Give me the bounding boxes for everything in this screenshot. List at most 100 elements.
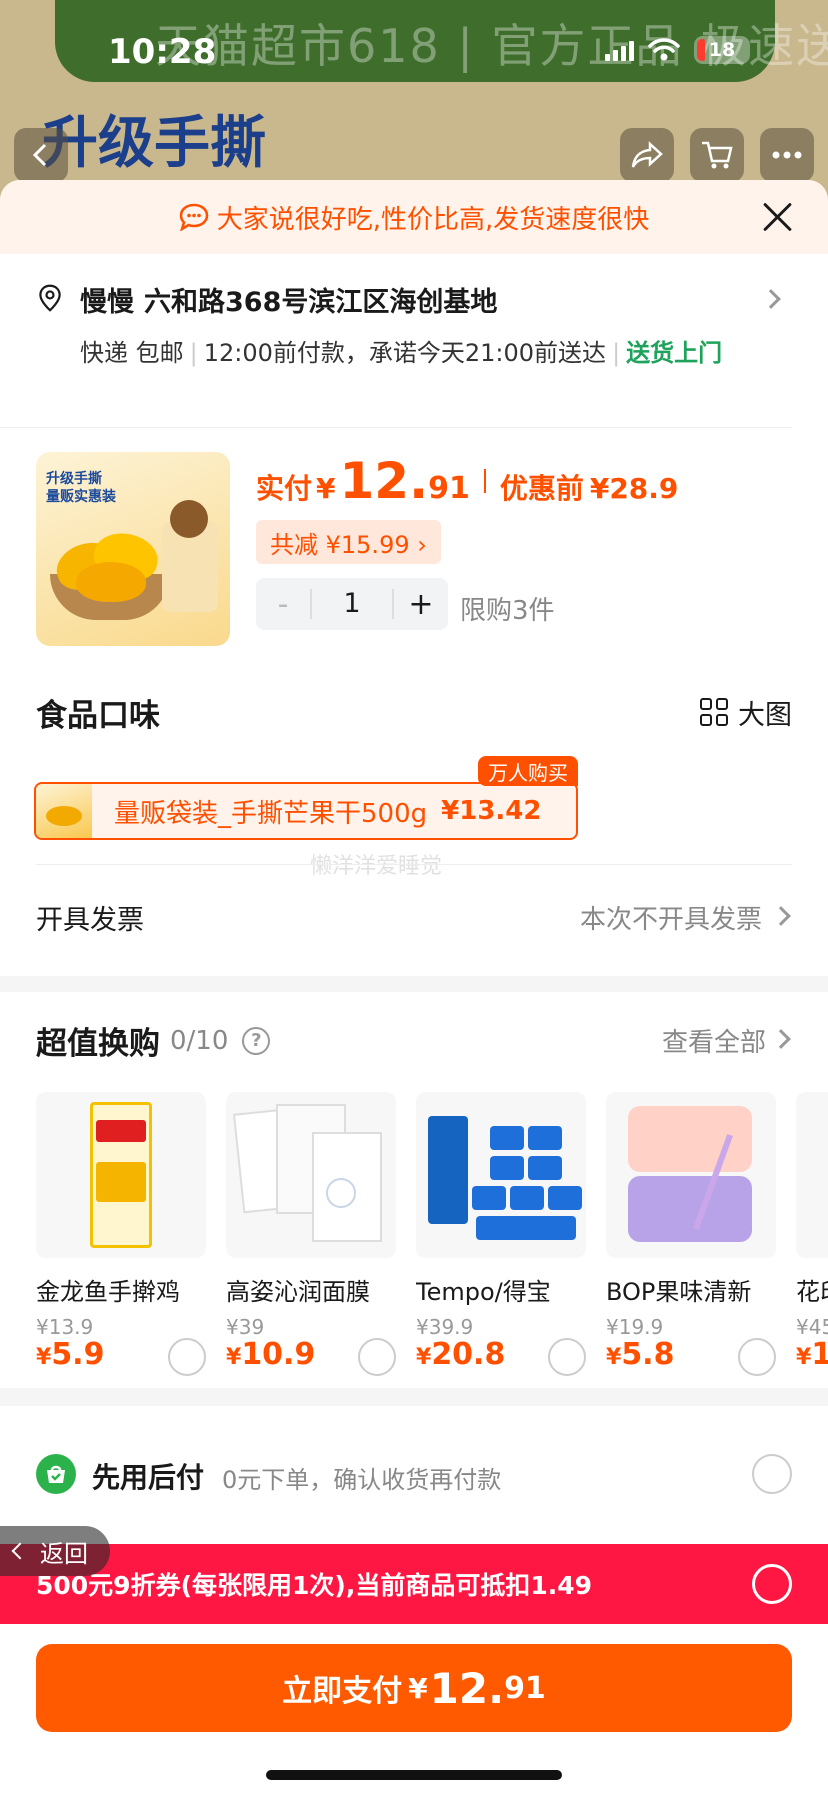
pay-later-icon (36, 1454, 76, 1494)
exchange-item-radio[interactable] (168, 1338, 206, 1376)
exchange-item[interactable]: 花印 ¥45 ¥1 (796, 1092, 828, 1372)
notice-text: 大家说很好吃,性价比高,发货速度很快 (216, 204, 650, 235)
exchange-section: 超值换购 0/10 ? 查看全部 金龙鱼手擀鸡 ¥13.9 ¥5.9 高姿沁润面… (0, 992, 828, 1388)
exchange-item-radio[interactable] (548, 1338, 586, 1376)
coupon-radio[interactable] (752, 1564, 792, 1604)
more-icon (772, 151, 802, 159)
close-button[interactable] (758, 198, 796, 236)
invoice-value: 本次不开具发票 (580, 899, 792, 936)
coupon-text: 500元9折券(每张限用1次),当前商品可抵扣1.49 (36, 1571, 593, 1600)
pay-later-desc: 0元下单，确认收货再付款 (222, 1466, 502, 1494)
address-section[interactable]: 慢慢 六和路368号滨江区海创基地 快递 包邮 | 12:00前付款，承诺今天21:0… (0, 254, 792, 428)
option-thumbnail (36, 784, 92, 838)
pay-button-price-integer: 12. (429, 1663, 505, 1713)
exchange-list: 金龙鱼手擀鸡 ¥13.9 ¥5.9 高姿沁润面膜 ¥39 ¥10.9 Tempo… (36, 1092, 828, 1376)
exchange-item-image (416, 1092, 586, 1258)
product-headline: 升级手撕 (42, 111, 266, 176)
exchange-item-name: 高姿沁润面膜 (226, 1278, 370, 1306)
cart-icon (702, 141, 733, 169)
exchange-item-name: BOP果味清新 (606, 1278, 752, 1306)
exchange-item-image (796, 1092, 828, 1258)
delivery-info: 快递 包邮 | 12:00前付款，承诺今天21:00前送达 | 送货上门 (80, 339, 723, 367)
checkout-sheet: 大家说很好吃,性价比高,发货速度很快 慢慢 六和路368号滨江区海创基地 快递 包… (0, 180, 828, 1795)
currency-symbol: ¥ (316, 472, 336, 505)
return-button[interactable]: 返回 (0, 1526, 110, 1576)
exchange-item-image (226, 1092, 396, 1258)
discount-tag[interactable]: 共减 ¥15.99 › (256, 520, 441, 564)
exchange-item[interactable]: 高姿沁润面膜 ¥39 ¥10.9 (226, 1092, 416, 1376)
delivery-promise: 12:00前付款，承诺今天21:00前送达 (203, 339, 607, 367)
more-button[interactable] (760, 128, 814, 182)
increment-button[interactable]: + (394, 587, 448, 622)
grid-icon (700, 698, 728, 726)
invoice-row[interactable]: 开具发票 本次不开具发票 (36, 864, 792, 970)
pay-later-row[interactable]: 先用后付 0元下单，确认收货再付款 (0, 1406, 828, 1546)
chevron-left-icon (32, 143, 47, 167)
exchange-item-orig-price: ¥39.9 (416, 1315, 474, 1339)
option-price: ¥13.42 (441, 796, 542, 826)
exchange-item[interactable]: BOP果味清新 ¥19.9 ¥5.8 (606, 1092, 796, 1376)
pay-button-price-decimal: 91 (504, 1670, 546, 1706)
exchange-item[interactable]: 金龙鱼手擀鸡 ¥13.9 ¥5.9 (36, 1092, 226, 1376)
back-button[interactable] (14, 128, 68, 182)
flavor-option-selected[interactable]: 量贩袋装_手撕芒果干500g ¥13.42 万人购买 (34, 756, 578, 840)
location-pin-icon (39, 284, 61, 312)
shipping-method: 快递 包邮 (80, 339, 184, 367)
wifi-icon (648, 38, 680, 61)
chat-bubble-icon (179, 203, 208, 231)
exchange-item[interactable]: Tempo/得宝 ¥39.9 ¥20.8 (416, 1092, 606, 1376)
share-button[interactable] (620, 128, 674, 182)
review-notice: 大家说很好吃,性价比高,发货速度很快 (0, 180, 828, 254)
cellular-signal-icon (605, 39, 634, 61)
exchange-count: 0/10 (170, 1025, 229, 1056)
cart-button[interactable] (690, 128, 744, 182)
pay-later-radio[interactable] (752, 1454, 792, 1494)
pay-price-integer: 12. (339, 452, 429, 510)
exchange-header: 超值换购 0/10 ? 查看全部 (36, 1018, 792, 1063)
flavor-title: 食品口味 (36, 697, 160, 734)
battery-icon: 18 (694, 36, 750, 64)
pay-price-decimal: 91 (428, 471, 470, 506)
original-price: ¥28.9 (589, 472, 679, 505)
address-line: 慢慢 六和路368号滨江区海创基地 (80, 280, 756, 319)
original-price-label: 优惠前 (499, 472, 584, 505)
pay-label: 实付 (256, 472, 313, 505)
exchange-item-price: ¥1 (796, 1337, 828, 1372)
address-detail: 六和路368号滨江区海创基地 (144, 287, 498, 318)
see-all-link[interactable]: 查看全部 (662, 1022, 792, 1059)
price-row: 实付 ¥ 12. 91 优惠前 ¥28.9 (256, 452, 678, 510)
return-label: 返回 (40, 1539, 88, 1568)
pay-now-button[interactable]: 立即支付 ¥ 12. 91 (36, 1644, 792, 1732)
exchange-item-radio[interactable] (738, 1338, 776, 1376)
exchange-item-radio[interactable] (358, 1338, 396, 1376)
battery-level: 18 (708, 39, 736, 61)
pay-later-title: 先用后付 (92, 1461, 205, 1494)
product-image: 升级手撕 量贩实惠装 (36, 452, 230, 646)
pay-button-label: 立即支付 (282, 1674, 403, 1709)
exchange-item-orig-price: ¥13.9 (36, 1315, 94, 1339)
chevron-right-icon (771, 1029, 791, 1049)
image-caption: 升级手撕 量贩实惠装 (46, 471, 116, 505)
exchange-item-name: Tempo/得宝 (416, 1278, 551, 1306)
product-section: 升级手撕 量贩实惠装 实付 ¥ 12. 91 优惠前 ¥28.9 共减 ¥15.9… (0, 428, 828, 668)
chevron-right-icon (771, 906, 791, 926)
exchange-item-image (36, 1092, 206, 1258)
invoice-label: 开具发票 (36, 905, 144, 936)
coupon-bar[interactable]: 500元9折券(每张限用1次),当前商品可抵扣1.49 (0, 1544, 828, 1624)
home-indicator (266, 1770, 562, 1780)
decrement-button[interactable]: - (256, 587, 310, 622)
door-delivery: 送货上门 (626, 339, 723, 367)
quantity-value[interactable]: 1 (310, 589, 394, 619)
share-icon (631, 141, 663, 168)
quantity-stepper: - 1 + (256, 578, 448, 630)
pay-area: 立即支付 ¥ 12. 91 (0, 1624, 828, 1795)
chevron-right-icon (761, 289, 781, 309)
option-label: 量贩袋装_手撕芒果干500g (114, 798, 428, 829)
help-icon[interactable]: ? (242, 1026, 271, 1055)
pay-button-currency: ¥ (408, 1671, 428, 1705)
big-view-toggle[interactable]: 大图 (700, 693, 792, 732)
status-bar: 10:28 18 (0, 0, 828, 110)
chevron-left-icon (11, 1542, 29, 1560)
exchange-title: 超值换购 (36, 1026, 160, 1062)
big-view-label: 大图 (738, 699, 792, 731)
